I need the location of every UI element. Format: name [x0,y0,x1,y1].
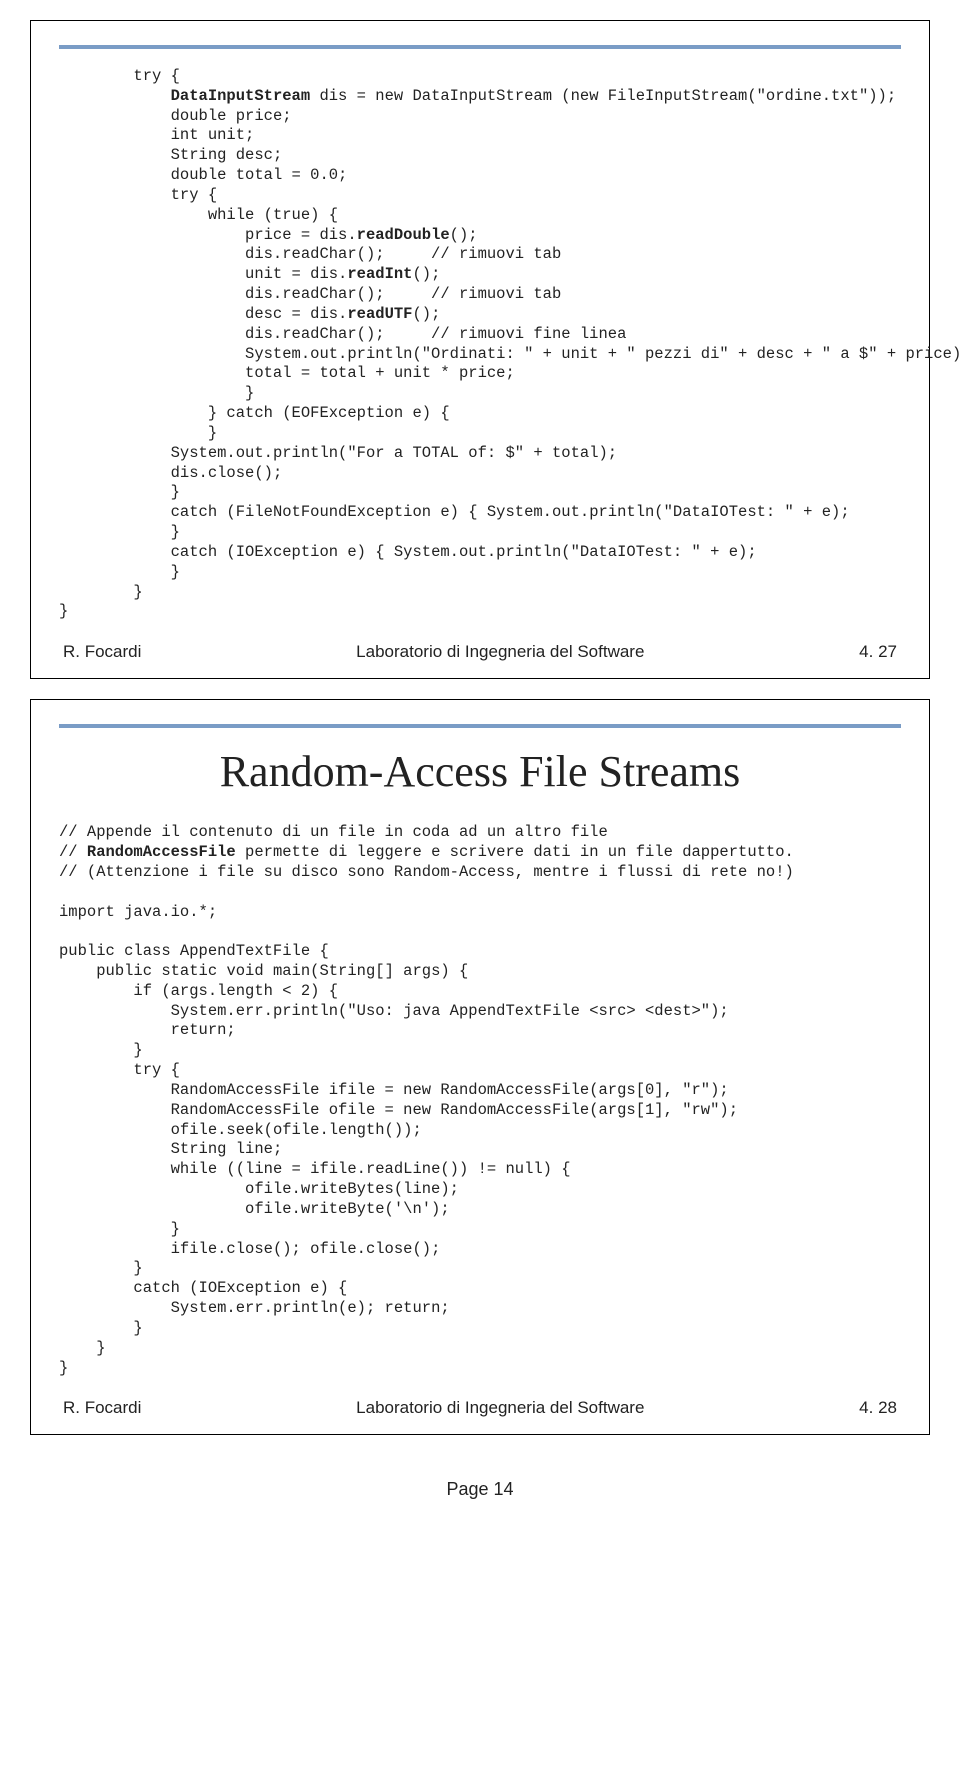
footer-pagenum: 4. 27 [859,642,897,662]
divider [59,724,901,728]
slide-title: Random-Access File Streams [59,746,901,797]
code-block-2: // Appende il contenuto di un file in co… [59,823,901,1378]
footer-pagenum: 4. 28 [859,1398,897,1418]
slide-footer: R. Focardi Laboratorio di Ingegneria del… [59,1398,901,1422]
footer-author: R. Focardi [63,1398,141,1418]
code-block-1: try { DataInputStream dis = new DataInpu… [59,67,901,622]
divider [59,45,901,49]
footer-author: R. Focardi [63,642,141,662]
page-number: Page 14 [0,1479,960,1500]
footer-title: Laboratorio di Ingegneria del Software [356,642,644,662]
slide-footer: R. Focardi Laboratorio di Ingegneria del… [59,642,901,666]
slide-2: Random-Access File Streams // Appende il… [30,699,930,1435]
slide-1: try { DataInputStream dis = new DataInpu… [30,20,930,679]
footer-title: Laboratorio di Ingegneria del Software [356,1398,644,1418]
